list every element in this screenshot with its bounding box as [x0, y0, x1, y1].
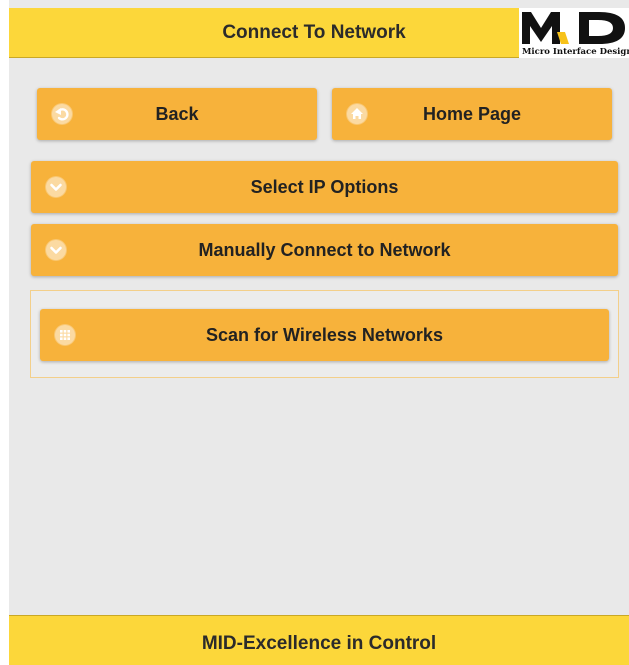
chevron-down-icon	[45, 176, 67, 198]
logo-text: Micro Interface Design	[522, 47, 629, 57]
scan-panel: Scan for Wireless Networks	[30, 290, 619, 378]
scan-wireless-label: Scan for Wireless Networks	[206, 324, 443, 345]
header-bar: Connect To Network Micro Interface Desig…	[9, 8, 629, 58]
back-arrow-icon	[51, 103, 73, 125]
logo-mark-icon	[522, 12, 625, 44]
back-button-label: Back	[155, 103, 199, 124]
select-ip-options-button[interactable]: Select IP Options	[31, 161, 618, 213]
home-page-button[interactable]: Home Page	[332, 88, 612, 140]
footer-tagline: MID-Excellence in Control	[201, 632, 437, 654]
grid-icon	[54, 324, 76, 346]
back-button[interactable]: Back	[37, 88, 317, 140]
app-window: Connect To Network Micro Interface Desig…	[9, 0, 629, 665]
home-icon	[346, 103, 368, 125]
page-title: Connect To Network	[222, 21, 406, 43]
scan-wireless-button[interactable]: Scan for Wireless Networks	[40, 309, 609, 361]
footer-bar: MID-Excellence in Control	[9, 615, 629, 665]
chevron-down-icon	[45, 239, 67, 261]
manually-connect-button[interactable]: Manually Connect to Network	[31, 224, 618, 276]
manually-connect-label: Manually Connect to Network	[198, 239, 451, 260]
company-logo: Micro Interface Design	[519, 8, 629, 58]
home-page-button-label: Home Page	[422, 103, 522, 124]
select-ip-options-label: Select IP Options	[250, 176, 399, 197]
